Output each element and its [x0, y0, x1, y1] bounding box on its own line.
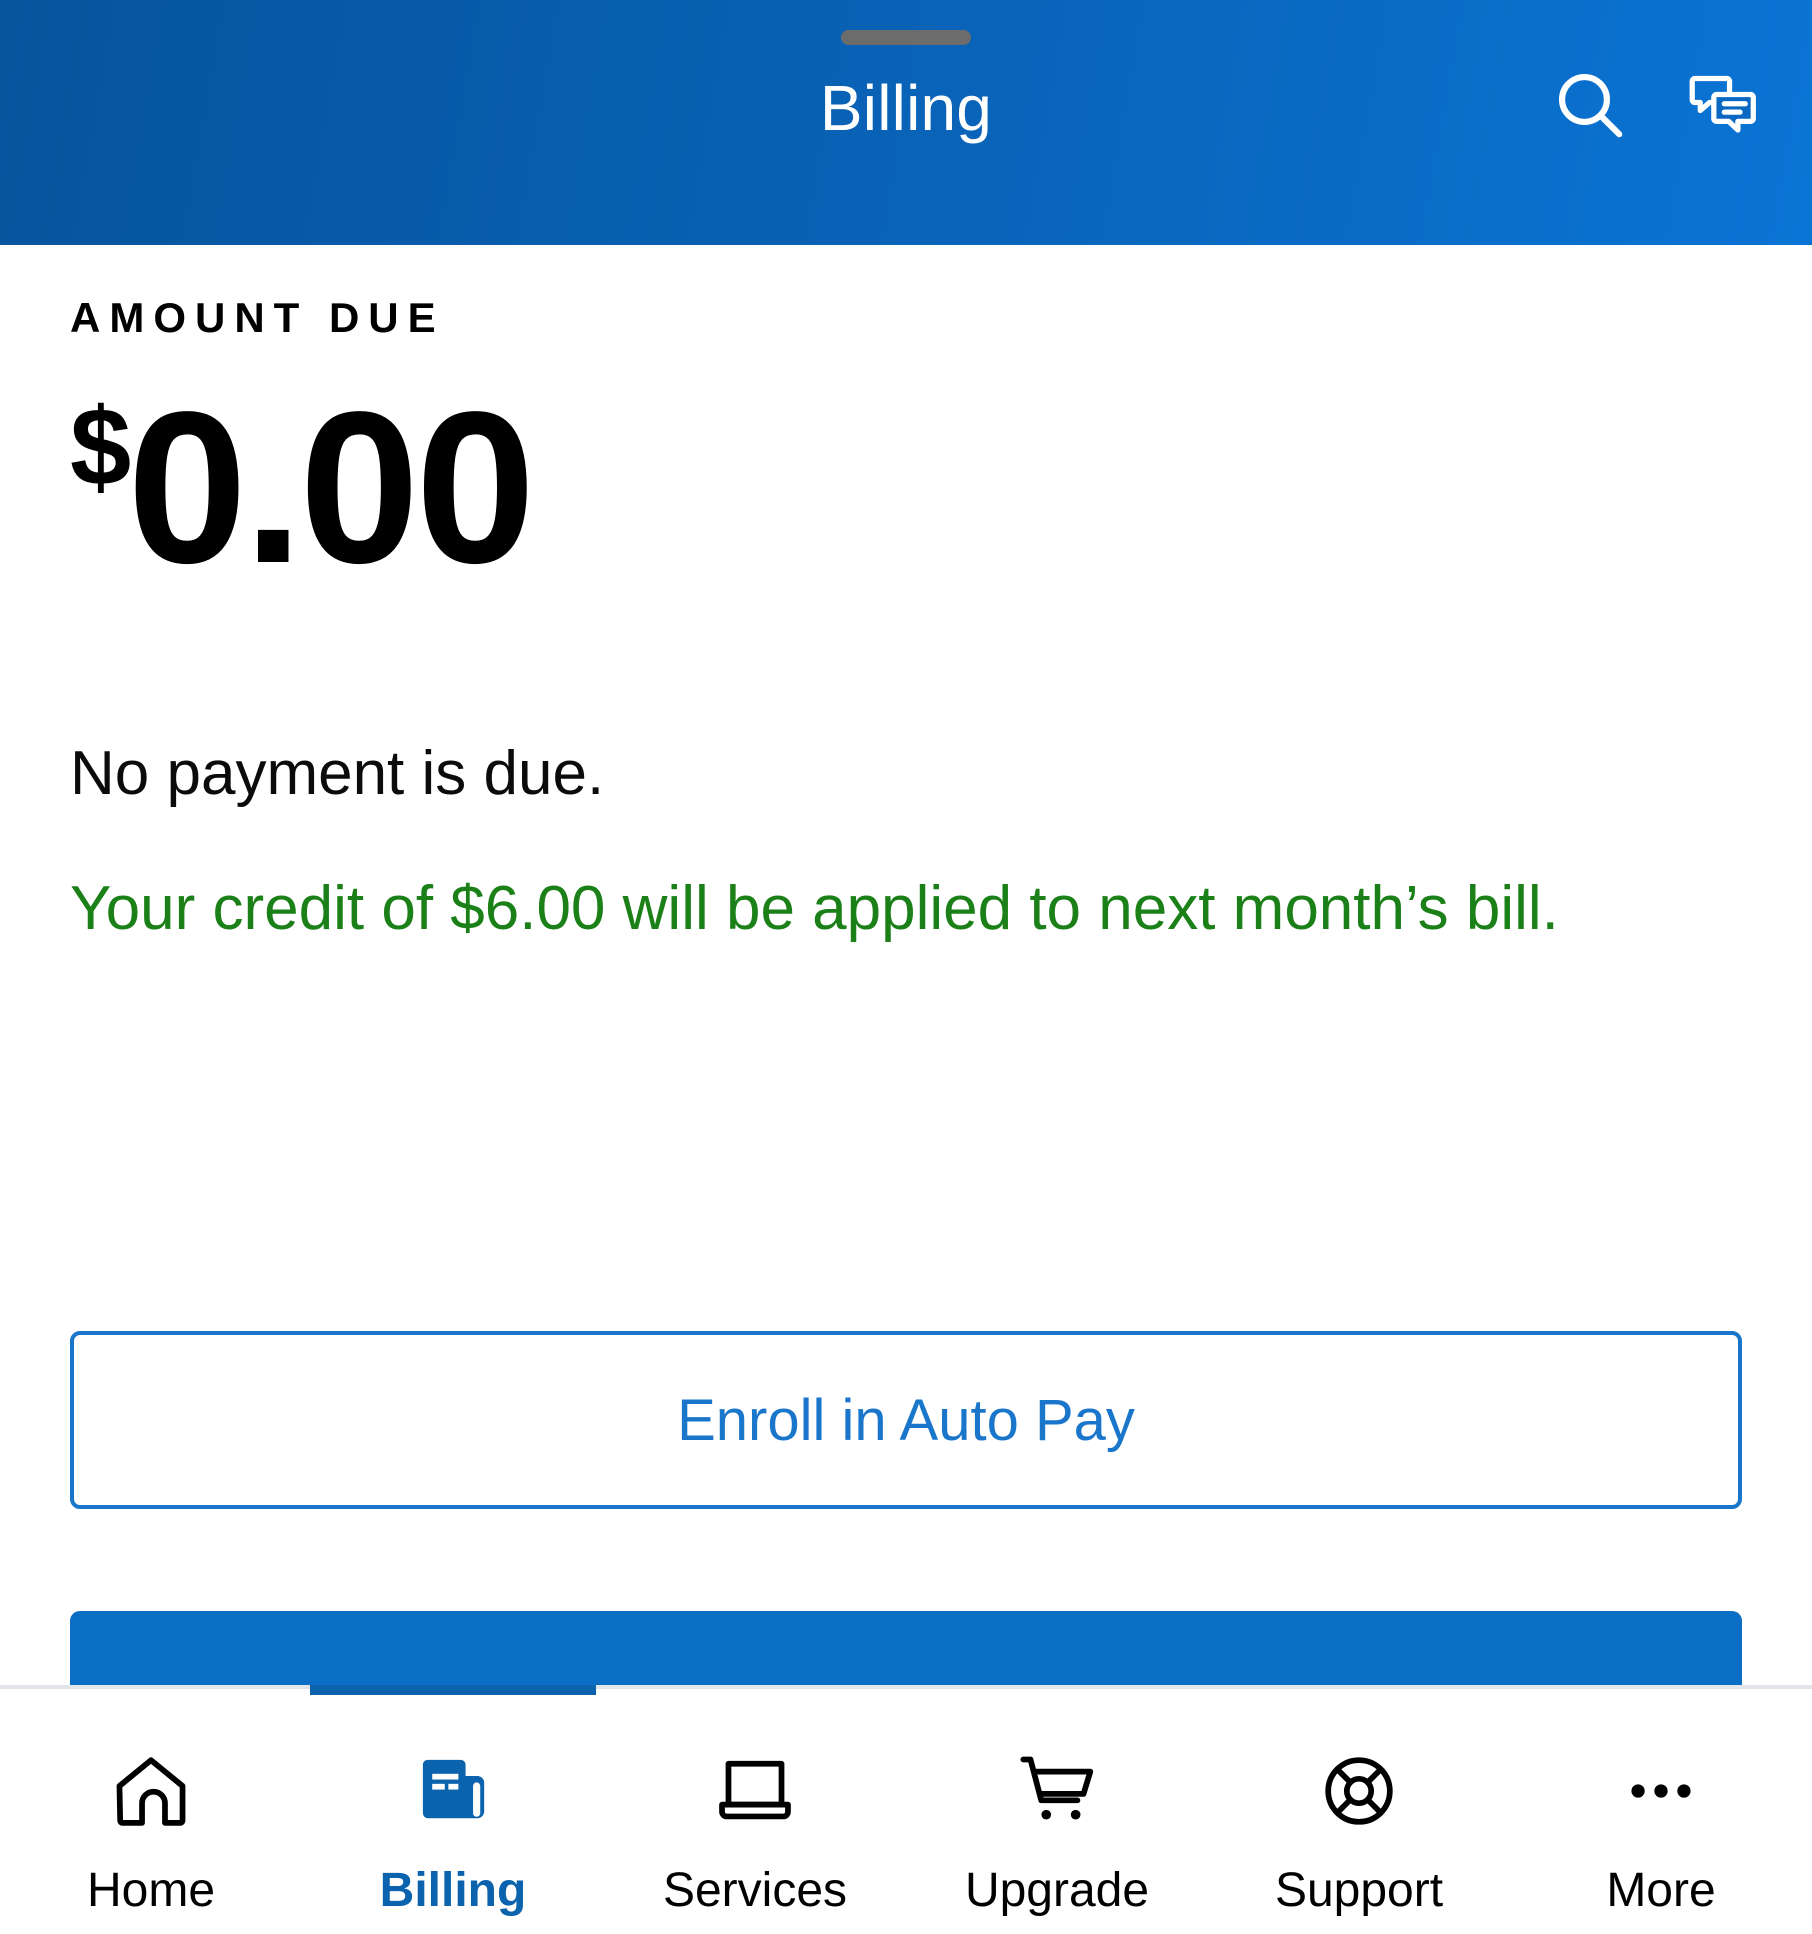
lifebuoy-icon [1316, 1745, 1402, 1837]
amount-due-value: $ 0.00 [70, 379, 1742, 595]
ellipsis-icon [1618, 1745, 1704, 1837]
nav-label-home: Home [86, 1864, 216, 1917]
nav-item-home[interactable]: Home [0, 1689, 302, 1934]
nav-item-billing[interactable]: Billing [302, 1685, 604, 1934]
nav-active-indicator [310, 1685, 596, 1695]
home-icon [108, 1745, 194, 1837]
credit-message: Your credit of $6.00 will be applied to … [70, 874, 1559, 943]
nav-label-upgrade: Upgrade [964, 1864, 1150, 1917]
drag-handle[interactable] [841, 30, 971, 45]
payment-status-text: No payment is due. [70, 739, 605, 808]
shopping-cart-icon [1014, 1745, 1100, 1837]
app-header: Billing [0, 0, 1812, 245]
bottom-navigation: Home Billing Services Upgrade Support Mo… [0, 1685, 1812, 1934]
search-icon [1551, 66, 1629, 147]
nav-item-services[interactable]: Services [604, 1689, 906, 1934]
bill-document-icon [410, 1745, 496, 1837]
nav-item-upgrade[interactable]: Upgrade [906, 1689, 1208, 1934]
search-button[interactable] [1544, 60, 1636, 152]
billing-screen: Billing AMOUNT DUE $ 0.00 No payment is … [0, 0, 1812, 1934]
laptop-icon [712, 1745, 798, 1837]
page-title: Billing [819, 72, 993, 144]
nav-label-services: Services [662, 1864, 848, 1917]
enroll-auto-pay-button[interactable]: Enroll in Auto Pay [70, 1331, 1742, 1509]
primary-action-button[interactable] [70, 1611, 1742, 1685]
amount-due-label: AMOUNT DUE [70, 294, 445, 341]
nav-item-more[interactable]: More [1510, 1689, 1812, 1934]
header-actions [1544, 60, 1770, 152]
nav-label-support: Support [1274, 1864, 1444, 1917]
amount-number: 0.00 [127, 366, 535, 608]
chat-button[interactable] [1678, 60, 1770, 152]
billing-content: AMOUNT DUE $ 0.00 No payment is due. You… [0, 245, 1812, 1685]
nav-item-support[interactable]: Support [1208, 1689, 1510, 1934]
nav-label-billing: Billing [379, 1864, 527, 1917]
currency-symbol: $ [70, 386, 132, 509]
chat-icon [1687, 68, 1761, 145]
nav-label-more: More [1606, 1864, 1716, 1917]
